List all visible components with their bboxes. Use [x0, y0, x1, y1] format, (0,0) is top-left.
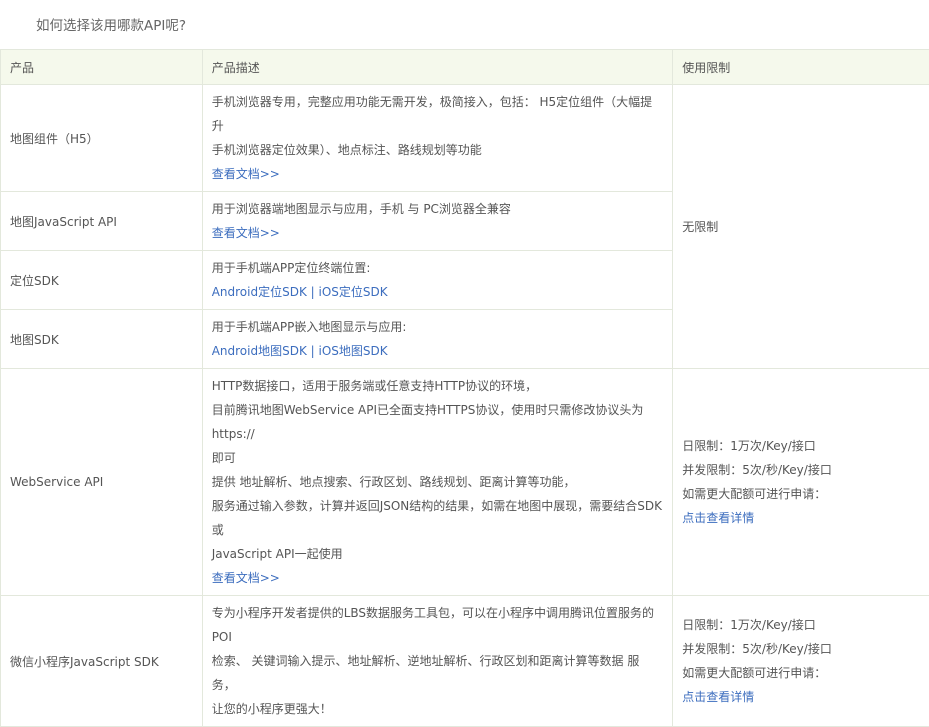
android-location-sdk-link[interactable]: Android定位SDK	[212, 285, 307, 299]
product-description: HTTP数据接口，适用于服务端或任意支持HTTP协议的环境， 目前腾讯地图Web…	[202, 369, 673, 596]
daily-limit: 日限制：1万次/Key/接口	[682, 613, 920, 637]
link-separator: |	[311, 344, 315, 358]
api-comparison-table: 产品 产品描述 使用限制 地图组件（H5） 手机浏览器专用，完整应用功能无需开发…	[0, 49, 929, 727]
product-name: 地图组件（H5）	[1, 85, 203, 192]
view-docs-link[interactable]: 查看文档>>	[212, 566, 664, 590]
desc-line: 让您的小程序更强大！	[212, 697, 664, 721]
view-details-link[interactable]: 点击查看详情	[682, 685, 920, 709]
header-description: 产品描述	[202, 50, 673, 85]
desc-line: HTTP数据接口，适用于服务端或任意支持HTTP协议的环境，	[212, 374, 664, 398]
ios-location-sdk-link[interactable]: iOS定位SDK	[319, 285, 388, 299]
product-name: 微信小程序JavaScript SDK	[1, 596, 203, 727]
product-description: 用于浏览器端地图显示与应用，手机 与 PC浏览器全兼容 查看文档>>	[202, 192, 673, 251]
view-details-link[interactable]: 点击查看详情	[682, 506, 920, 530]
product-name: WebService API	[1, 369, 203, 596]
desc-line: 用于浏览器端地图显示与应用，手机 与 PC浏览器全兼容	[212, 197, 664, 221]
desc-line: 提供 地址解析、地点搜索、行政区划、路线规划、距离计算等功能，	[212, 470, 664, 494]
desc-line: 检索、 关键词输入提示、地址解析、逆地址解析、行政区划和距离计算等数据 服务，	[212, 649, 664, 697]
page-question: 如何选择该用哪款API呢?	[36, 16, 186, 36]
product-description: 专为小程序开发者提供的LBS数据服务工具包，可以在小程序中调用腾讯位置服务的PO…	[202, 596, 673, 727]
product-name: 地图JavaScript API	[1, 192, 203, 251]
apply-note: 如需更大配额可进行申请：	[682, 482, 920, 506]
desc-line: 服务通过输入参数，计算并返回JSON结构的结果，如需在地图中展现，需要结合SDK…	[212, 494, 664, 542]
daily-limit: 日限制：1万次/Key/接口	[682, 434, 920, 458]
product-description: 用于手机端APP嵌入地图显示与应用: Android地图SDK | iOS地图S…	[202, 310, 673, 369]
desc-line: 用于手机端APP嵌入地图显示与应用:	[212, 315, 664, 339]
desc-line: JavaScript API一起使用	[212, 542, 664, 566]
link-separator: |	[311, 285, 315, 299]
product-name: 地图SDK	[1, 310, 203, 369]
sdk-links: Android地图SDK | iOS地图SDK	[212, 339, 664, 363]
limit-quota: 日限制：1万次/Key/接口 并发限制：5次/秒/Key/接口 如需更大配额可进…	[673, 596, 929, 727]
limit-none: 无限制	[673, 85, 929, 369]
concurrent-limit: 并发限制：5次/秒/Key/接口	[682, 458, 920, 482]
product-description: 手机浏览器专用，完整应用功能无需开发，极简接入，包括： H5定位组件（大幅提升 …	[202, 85, 673, 192]
desc-line: 专为小程序开发者提供的LBS数据服务工具包，可以在小程序中调用腾讯位置服务的PO…	[212, 601, 664, 649]
table-header-row: 产品 产品描述 使用限制	[1, 50, 929, 85]
view-docs-link[interactable]: 查看文档>>	[212, 221, 664, 245]
limit-quota: 日限制：1万次/Key/接口 并发限制：5次/秒/Key/接口 如需更大配额可进…	[673, 369, 929, 596]
desc-line: 手机浏览器定位效果）、地点标注、路线规划等功能	[212, 138, 664, 162]
desc-line: 手机浏览器专用，完整应用功能无需开发，极简接入，包括： H5定位组件（大幅提升	[212, 90, 664, 138]
table-row: 地图组件（H5） 手机浏览器专用，完整应用功能无需开发，极简接入，包括： H5定…	[1, 85, 929, 192]
sdk-links: Android定位SDK | iOS定位SDK	[212, 280, 664, 304]
product-description: 用于手机端APP定位终端位置: Android定位SDK | iOS定位SDK	[202, 251, 673, 310]
desc-line: 即可	[212, 446, 664, 470]
header-limit: 使用限制	[673, 50, 929, 85]
table-row: 微信小程序JavaScript SDK 专为小程序开发者提供的LBS数据服务工具…	[1, 596, 929, 727]
table-row: WebService API HTTP数据接口，适用于服务端或任意支持HTTP协…	[1, 369, 929, 596]
android-map-sdk-link[interactable]: Android地图SDK	[212, 344, 307, 358]
desc-line: 用于手机端APP定位终端位置:	[212, 256, 664, 280]
ios-map-sdk-link[interactable]: iOS地图SDK	[319, 344, 388, 358]
view-docs-link[interactable]: 查看文档>>	[212, 162, 664, 186]
apply-note: 如需更大配额可进行申请：	[682, 661, 920, 685]
header-product: 产品	[1, 50, 203, 85]
concurrent-limit: 并发限制：5次/秒/Key/接口	[682, 637, 920, 661]
desc-line: 目前腾讯地图WebService API已全面支持HTTPS协议，使用时只需修改…	[212, 398, 664, 446]
product-name: 定位SDK	[1, 251, 203, 310]
